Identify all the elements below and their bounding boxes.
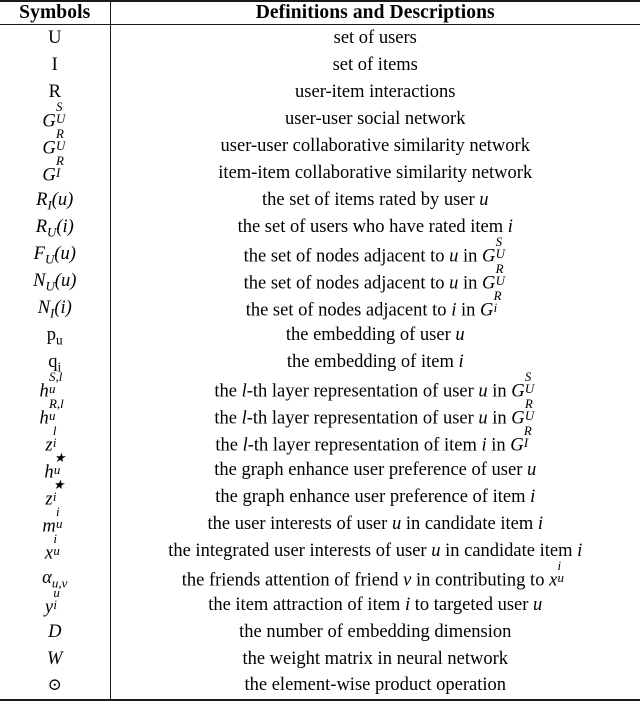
table-row: GRU user-user collaborative similarity n… [0, 127, 640, 160]
table-row: U set of users [0, 24, 640, 52]
definition-cell: user-user social network [285, 108, 466, 129]
table-row: miu the user interests of user u in cand… [0, 505, 640, 538]
definition-cell: the l-th layer representation of item i … [215, 422, 532, 455]
symbol-cell: RU(i) [0, 213, 111, 241]
definition-cell: the number of embedding dimension [239, 621, 512, 642]
symbol-cell: yui [0, 586, 111, 619]
symbol-cell: RI(u) [0, 186, 111, 214]
definition-cell: user-item interactions [295, 81, 456, 102]
table-row: NU(u) the set of nodes adjacent to u in … [0, 260, 640, 295]
symbol-cell: xiu [0, 532, 111, 565]
definition-cell: the weight matrix in neural network [242, 648, 509, 669]
definition-cell: the l-th layer representation of user u … [214, 368, 535, 401]
table-row: yui the item attraction of item i to tar… [0, 586, 640, 619]
symbol-cell: U [0, 24, 111, 52]
definition-cell: the set of users who have rated item i [237, 216, 513, 237]
symbol-cell: NI(i) [0, 294, 111, 322]
table-row: h ★ u the graph enhance user preference of… [0, 451, 640, 484]
definition-cell: the set of nodes adjacent to u in GRU [243, 260, 505, 293]
table-row: RI(u) the set of items rated by user u [0, 186, 640, 214]
symbol-cell: W [0, 645, 111, 673]
table-row: RU(i) the set of users who have rated it… [0, 213, 640, 241]
column-header-symbols: Symbols [0, 1, 111, 25]
circled-dot-icon: ⊙ [47, 675, 62, 695]
table-row: zli the l-th layer representation of ite… [0, 422, 640, 457]
table-row: D the number of embedding dimension [0, 618, 640, 646]
definition-cell: the friends attention of friend v in con… [181, 557, 565, 590]
table-row: pu the embedding of user u [0, 321, 640, 349]
table-row: z ★ i the graph enhance user preference of… [0, 478, 640, 511]
definition-cell: the embedding of item i [286, 351, 464, 372]
definition-cell: the graph enhance user preference of use… [214, 459, 537, 480]
definition-cell: the set of nodes adjacent to i in GRi [245, 287, 502, 320]
table-header-row: Symbols Definitions and Descriptions [0, 1, 640, 25]
symbol-cell: FU(u) [0, 240, 111, 268]
table-row: qi the embedding of item i [0, 348, 640, 376]
table-row: I set of items [0, 51, 640, 79]
definition-cell: the l-th layer representation of user u … [214, 395, 535, 428]
symbol-cell: D [0, 618, 111, 646]
table-row: h R,l u the l-th layer representation of u… [0, 395, 640, 430]
table-row: h S,l u the l-th layer representation of u… [0, 368, 640, 403]
definition-cell: the embedding of user u [285, 324, 465, 345]
table-row: NI(i) the set of nodes adjacent to i in … [0, 287, 640, 322]
table-body: U set of users I set of items R user-ite… [0, 24, 640, 700]
table-row: xiu the integrated user interests of use… [0, 532, 640, 565]
definition-cell: set of items [332, 54, 418, 75]
table-row: GRI item-item collaborative similarity n… [0, 154, 640, 187]
table-row: GSU user-user social network [0, 100, 640, 133]
column-header-definitions: Definitions and Descriptions [255, 2, 495, 23]
table-row: ⊙ the element-wise product operation [0, 672, 640, 700]
definition-cell: set of users [333, 28, 417, 48]
definition-cell: the item attraction of item i to targete… [208, 594, 543, 615]
definition-cell: the set of items rated by user u [261, 189, 489, 210]
definition-cell: user-user collaborative similarity netwo… [220, 135, 530, 156]
symbol-cell: GRI [0, 154, 111, 187]
notation-table: Symbols Definitions and Descriptions U s… [0, 0, 640, 701]
symbol-cell: NU(u) [0, 267, 111, 295]
definition-cell: the set of nodes adjacent to u in GSU [243, 233, 505, 266]
symbol-cell: ⊙ [0, 672, 111, 700]
table-row: αu,v the friends attention of friend v i… [0, 557, 640, 592]
definition-cell: the user interests of user u in candidat… [207, 513, 543, 534]
table-row: R user-item interactions [0, 78, 640, 106]
table-header: Symbols Definitions and Descriptions [0, 1, 640, 25]
symbol-cell: pu [0, 321, 111, 349]
symbol-cell: I [0, 51, 111, 79]
table-row: W the weight matrix in neural network [0, 645, 640, 673]
definition-cell: the element-wise product operation [244, 675, 506, 696]
definition-cell: the graph enhance user preference of ite… [215, 486, 536, 507]
definition-cell: item-item collaborative similarity netwo… [218, 162, 533, 183]
table-row: FU(u) the set of nodes adjacent to u in … [0, 233, 640, 268]
